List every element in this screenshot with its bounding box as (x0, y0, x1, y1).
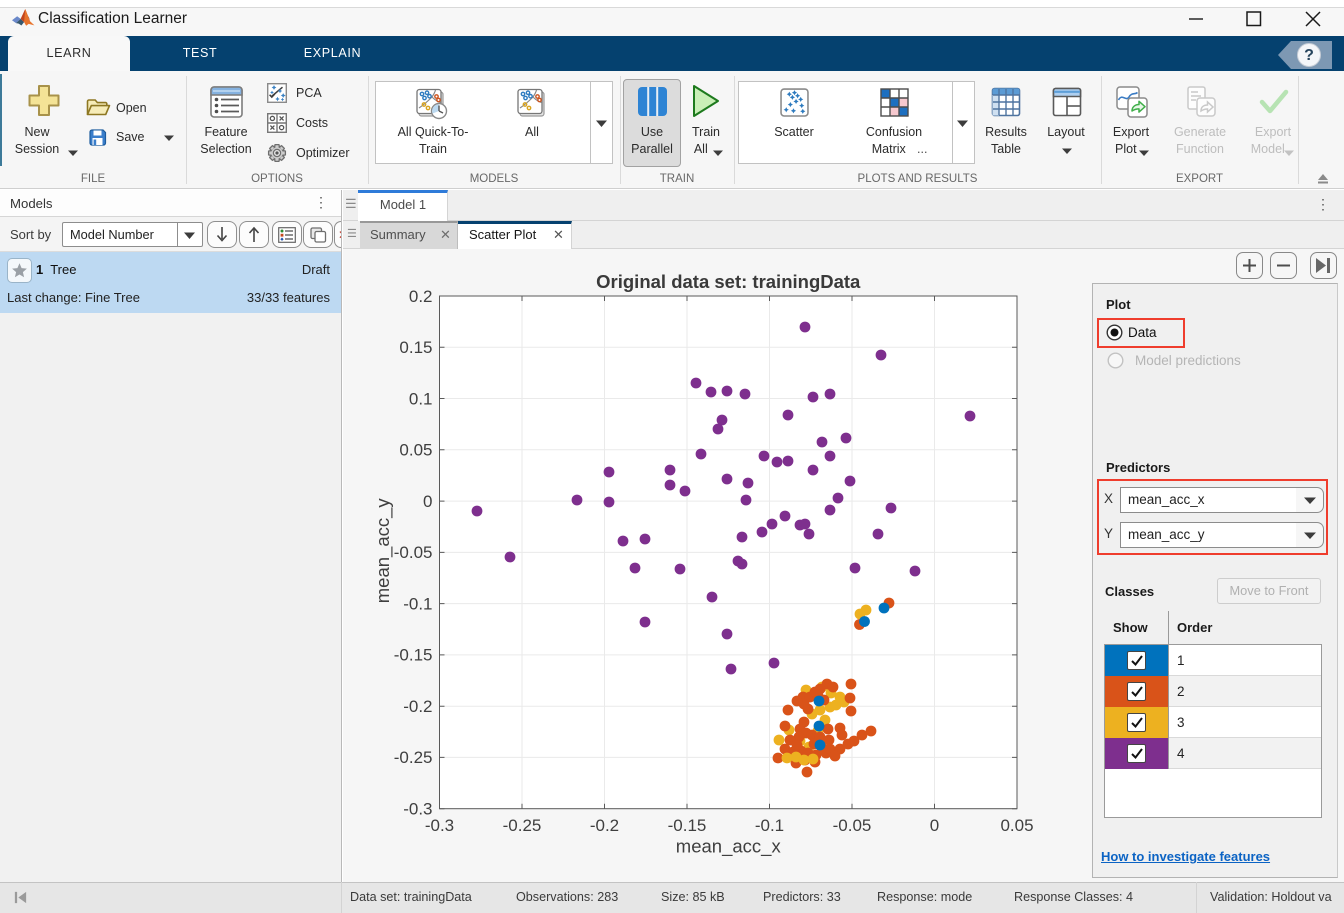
svg-text:0: 0 (930, 816, 939, 835)
svg-text:0: 0 (423, 492, 432, 511)
svg-text:-0.2: -0.2 (403, 697, 432, 716)
svg-text:-0.25: -0.25 (394, 748, 433, 767)
svg-text:-0.05: -0.05 (394, 543, 433, 562)
svg-text:?: ? (1304, 47, 1314, 64)
svg-text:0.2: 0.2 (409, 287, 433, 306)
svg-text:0.15: 0.15 (399, 338, 432, 357)
svg-text:-0.1: -0.1 (403, 594, 432, 613)
svg-text:-0.25: -0.25 (503, 816, 542, 835)
svg-text:-0.15: -0.15 (668, 816, 707, 835)
svg-text:mean_acc_y: mean_acc_y (372, 498, 394, 604)
svg-text:-0.3: -0.3 (403, 800, 432, 819)
svg-text:Original data set: trainingDat: Original data set: trainingData (596, 271, 861, 292)
svg-text:-0.15: -0.15 (394, 646, 433, 665)
svg-text:0.05: 0.05 (1000, 816, 1033, 835)
svg-text:-0.3: -0.3 (425, 816, 454, 835)
svg-text:-0.2: -0.2 (590, 816, 619, 835)
svg-text:mean_acc_x: mean_acc_x (676, 836, 782, 858)
svg-text:-0.05: -0.05 (833, 816, 872, 835)
svg-text:-0.1: -0.1 (755, 816, 784, 835)
svg-text:0.1: 0.1 (409, 389, 433, 408)
svg-text:0.05: 0.05 (399, 441, 432, 460)
